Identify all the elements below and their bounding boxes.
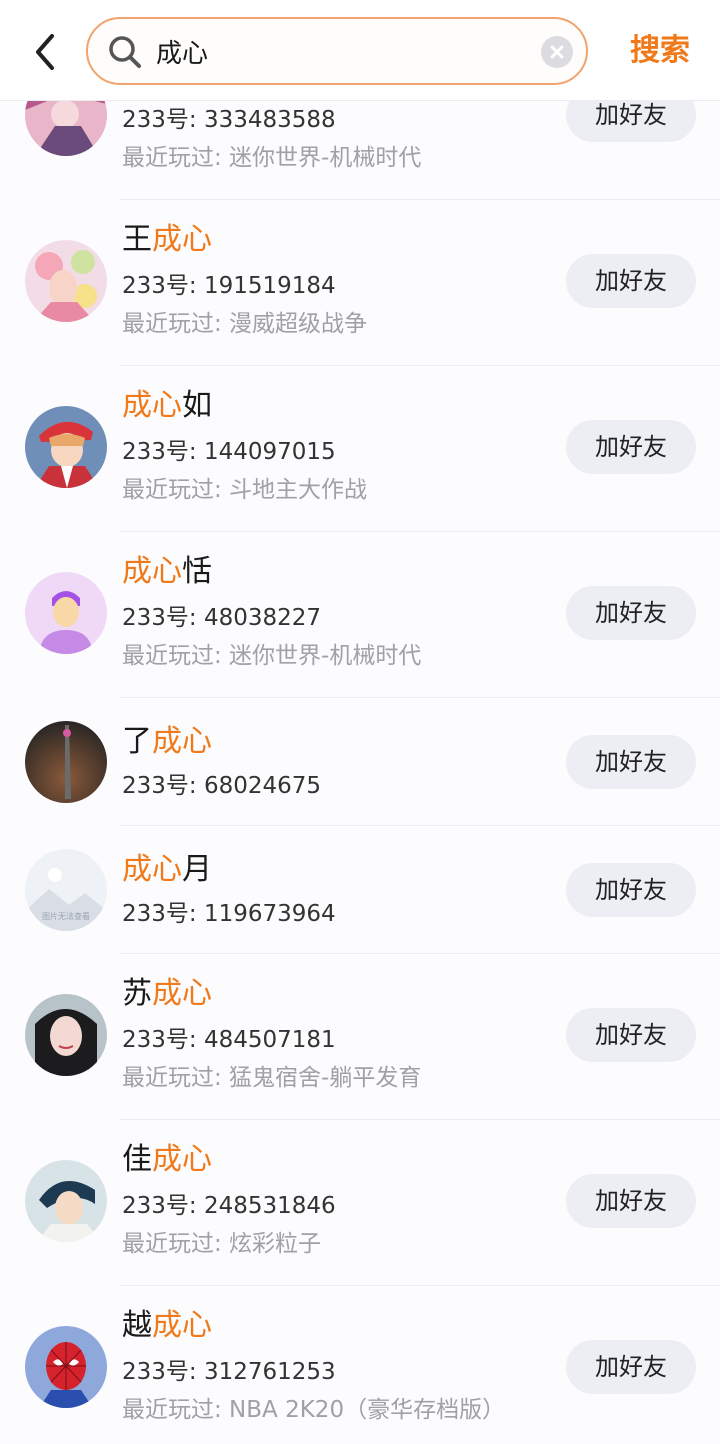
name-prefix: 苏 <box>122 976 152 1011</box>
avatar[interactable] <box>25 1326 107 1408</box>
name-prefix: 佳 <box>122 1142 152 1177</box>
name-match: 成心 <box>122 852 182 887</box>
user-name: 成心如 <box>122 386 212 426</box>
add-friend-button[interactable]: 加好友 <box>566 863 696 917</box>
avatar-placeholder[interactable]: 图片无法查看 <box>25 849 107 931</box>
name-match: 成心 <box>152 1142 212 1177</box>
avatar[interactable] <box>25 240 107 322</box>
user-id: 233号: 248531846 <box>122 1193 336 1219</box>
list-item: 佳成心 233号: 248531846 最近玩过: 炫彩粒子 加好友 <box>0 1120 720 1286</box>
add-friend-button[interactable]: 加好友 <box>566 1008 696 1062</box>
add-friend-button[interactable]: 加好友 <box>566 586 696 640</box>
user-id: 233号: 119673964 <box>122 901 336 927</box>
user-id: 233号: 484507181 <box>122 1027 336 1053</box>
user-name: 苏成心 <box>122 974 212 1014</box>
recently-played: 最近玩过: 迷你世界-机械时代 <box>122 643 422 669</box>
top-bar: 搜索 <box>0 0 720 101</box>
user-name: 佳成心 <box>122 1140 212 1180</box>
add-friend-button[interactable]: 加好友 <box>566 100 696 142</box>
add-friend-button[interactable]: 加好友 <box>566 254 696 308</box>
recently-played: 最近玩过: 漫威超级战争 <box>122 311 368 337</box>
user-name: 王成心 <box>122 220 212 260</box>
recently-played: 最近玩过: 猛鬼宿舍-躺平发育 <box>122 1065 422 1091</box>
name-suffix: 恬 <box>182 554 212 589</box>
search-icon <box>109 36 141 68</box>
list-item: 233号: 333483588 最近玩过: 迷你世界-机械时代 加好友 <box>0 100 720 200</box>
recently-played: 最近玩过: 迷你世界-机械时代 <box>122 145 422 171</box>
name-prefix: 王 <box>122 222 152 257</box>
name-match: 成心 <box>122 554 182 589</box>
list-item: 了成心 233号: 68024675 加好友 <box>0 698 720 826</box>
name-match: 成心 <box>122 388 182 423</box>
user-id: 233号: 48038227 <box>122 605 322 631</box>
user-name: 了成心 <box>122 722 212 762</box>
recently-played: 最近玩过: 斗地主大作战 <box>122 477 368 503</box>
avatar[interactable] <box>25 994 107 1076</box>
search-input[interactable] <box>156 27 516 75</box>
add-friend-button[interactable]: 加好友 <box>566 1174 696 1228</box>
name-match: 成心 <box>152 724 212 759</box>
name-prefix: 越 <box>122 1308 152 1343</box>
search-box[interactable] <box>86 17 588 85</box>
user-name: 成心月 <box>122 850 212 890</box>
name-suffix: 月 <box>182 852 212 887</box>
user-name: 越成心 <box>122 1306 212 1346</box>
name-match: 成心 <box>152 1308 212 1343</box>
list-item: 图片无法查看 成心月 233号: 119673964 加好友 <box>0 826 720 954</box>
recently-played: 最近玩过: NBA 2K20（豪华存档版） <box>122 1397 506 1423</box>
name-match: 成心 <box>152 222 212 257</box>
user-name: 成心恬 <box>122 552 212 592</box>
back-button[interactable] <box>26 30 66 74</box>
name-prefix: 了 <box>122 724 152 759</box>
list-item: 王成心 233号: 191519184 最近玩过: 漫威超级战争 加好友 <box>0 200 720 366</box>
avatar-placeholder-text: 图片无法查看 <box>42 911 90 921</box>
list-item: 越成心 233号: 312761253 最近玩过: NBA 2K20（豪华存档版… <box>0 1286 720 1444</box>
user-id: 233号: 144097015 <box>122 439 336 465</box>
chevron-left-icon <box>36 34 54 70</box>
user-id: 233号: 191519184 <box>122 273 336 299</box>
add-friend-button[interactable]: 加好友 <box>566 420 696 474</box>
avatar[interactable] <box>25 100 107 156</box>
avatar[interactable] <box>25 572 107 654</box>
user-id: 233号: 333483588 <box>122 107 336 133</box>
close-icon <box>550 45 564 59</box>
user-id: 233号: 312761253 <box>122 1359 336 1385</box>
user-id: 233号: 68024675 <box>122 773 322 799</box>
list-item: 苏成心 233号: 484507181 最近玩过: 猛鬼宿舍-躺平发育 加好友 <box>0 954 720 1120</box>
list-item: 成心如 233号: 144097015 最近玩过: 斗地主大作战 加好友 <box>0 366 720 532</box>
name-match: 成心 <box>152 976 212 1011</box>
add-friend-button[interactable]: 加好友 <box>566 735 696 789</box>
results-list[interactable]: 233号: 333483588 最近玩过: 迷你世界-机械时代 加好友 王成心 … <box>0 100 720 1444</box>
list-item: 成心恬 233号: 48038227 最近玩过: 迷你世界-机械时代 加好友 <box>0 532 720 698</box>
clear-search-button[interactable] <box>541 36 573 68</box>
name-suffix: 如 <box>182 388 212 423</box>
avatar[interactable] <box>25 1160 107 1242</box>
add-friend-button[interactable]: 加好友 <box>566 1340 696 1394</box>
avatar[interactable] <box>25 406 107 488</box>
recently-played: 最近玩过: 炫彩粒子 <box>122 1231 322 1257</box>
avatar[interactable] <box>25 721 107 803</box>
search-button[interactable]: 搜索 <box>620 28 700 74</box>
